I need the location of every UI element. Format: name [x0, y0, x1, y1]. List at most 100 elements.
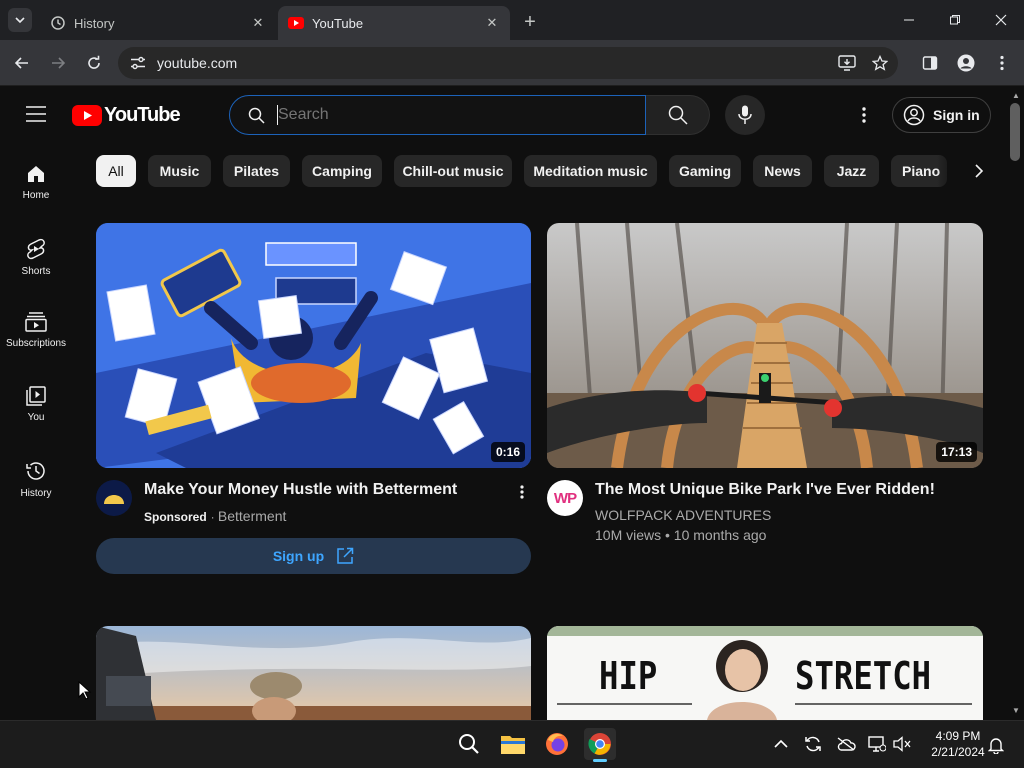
tab-history[interactable]: History ✕ — [40, 6, 276, 40]
reload-button[interactable] — [82, 51, 106, 75]
sidebar-item-label: Home — [22, 190, 50, 201]
clock-date: 2/21/2024 — [931, 745, 985, 759]
scroll-up-icon[interactable]: ▲ — [1011, 91, 1021, 101]
minimize-button[interactable] — [897, 8, 921, 32]
close-tab-icon[interactable]: ✕ — [250, 15, 266, 31]
address-bar[interactable]: youtube.com — [118, 47, 898, 79]
show-hidden-icons-button[interactable] — [774, 736, 788, 754]
scroll-down-icon[interactable]: ▼ — [1011, 706, 1021, 716]
chip-chill-out-music[interactable]: Chill-out music — [394, 155, 512, 187]
forward-button[interactable] — [46, 51, 70, 75]
video-menu-button[interactable] — [514, 483, 530, 501]
page-scrollbar[interactable] — [1008, 86, 1024, 720]
kebab-menu-icon — [862, 107, 866, 123]
history-icon — [51, 16, 65, 30]
sidebar-item-home[interactable]: Home — [0, 164, 72, 224]
chip-music[interactable]: Music — [148, 155, 211, 187]
install-app-icon[interactable] — [838, 55, 856, 71]
folder-icon — [501, 736, 525, 754]
close-tab-icon[interactable]: ✕ — [484, 15, 500, 31]
new-tab-button[interactable]: + — [518, 10, 542, 34]
video-thumbnail[interactable]: 0:16 — [96, 223, 531, 468]
youtube-logo[interactable]: YouTube — [72, 104, 181, 127]
close-window-button[interactable] — [989, 8, 1013, 32]
voice-search-button[interactable] — [725, 95, 765, 135]
browser-tab-strip: History ✕ YouTube ✕ + — [0, 0, 1024, 40]
search-input[interactable] — [278, 104, 618, 126]
active-app-indicator — [593, 759, 607, 762]
thumbnail-illustration — [96, 626, 531, 720]
thumb-text-left: HIP — [599, 654, 658, 698]
sidebar-item-history[interactable]: History — [0, 460, 72, 520]
settings-menu-button[interactable] — [856, 105, 872, 125]
chip-gaming[interactable]: Gaming — [669, 155, 741, 187]
chip-pilates[interactable]: Pilates — [223, 155, 290, 187]
video-duration: 0:16 — [490, 442, 525, 462]
taskbar-clock[interactable]: 4:09 PM 2/21/2024 — [918, 728, 998, 760]
channel-name[interactable]: WOLFPACK ADVENTURES — [595, 507, 771, 523]
search-box[interactable] — [229, 95, 646, 135]
notifications-button[interactable] — [987, 736, 1005, 759]
chip-jazz[interactable]: Jazz — [824, 155, 879, 187]
video-thumbnail[interactable]: HIP STRETCH — [547, 626, 983, 720]
account-circle-icon — [903, 104, 925, 126]
chip-news[interactable]: News — [753, 155, 812, 187]
chip-camping[interactable]: Camping — [302, 155, 382, 187]
search-button[interactable] — [646, 95, 710, 135]
tab-youtube[interactable]: YouTube ✕ — [278, 6, 510, 40]
video-title[interactable]: Make Your Money Hustle with Betterment — [144, 479, 504, 501]
guide-menu-button[interactable] — [26, 106, 46, 127]
arrow-right-icon — [52, 57, 66, 69]
sign-in-button[interactable]: Sign in — [892, 97, 991, 133]
scrollbar-thumb[interactable] — [1010, 103, 1020, 161]
site-settings-icon[interactable] — [130, 56, 146, 70]
chevron-right-icon — [975, 164, 984, 178]
profile-icon — [957, 54, 975, 72]
chrome-icon — [588, 733, 611, 755]
chip-all[interactable]: All — [96, 155, 136, 187]
taskbar-firefox[interactable] — [541, 728, 573, 760]
sidebar-item-label: History — [20, 488, 52, 499]
video-title[interactable]: The Most Unique Bike Park I've Ever Ridd… — [595, 479, 975, 501]
tray-network-icon-button[interactable] — [868, 736, 887, 757]
meta-separator: · — [210, 510, 218, 524]
tab-search-dropdown[interactable] — [8, 8, 32, 32]
video-thumbnail[interactable]: 17:13 — [547, 223, 983, 468]
chip-meditation-music[interactable]: Meditation music — [524, 155, 657, 187]
video-duration: 17:13 — [936, 442, 977, 462]
chips-next-button[interactable] — [966, 158, 992, 184]
browser-toolbar: youtube.com — [0, 40, 1024, 86]
video-thumbnail[interactable] — [96, 626, 531, 720]
channel-avatar[interactable]: WP — [547, 480, 583, 516]
advertiser-name[interactable]: Betterment — [218, 508, 286, 524]
sign-up-button[interactable]: Sign up — [96, 538, 531, 574]
tray-sync-icon-button[interactable] — [804, 735, 822, 758]
ad-meta: Sponsored · Betterment — [144, 508, 286, 524]
tray-volume-icon-button[interactable] — [893, 736, 911, 757]
subscriptions-icon — [25, 312, 47, 332]
sync-icon — [805, 736, 821, 752]
tray-cloud-icon-button[interactable] — [836, 737, 856, 756]
youtube-logo-icon — [72, 105, 102, 126]
back-button[interactable] — [10, 51, 34, 75]
mouse-cursor-icon — [78, 681, 92, 700]
taskbar-file-explorer[interactable] — [497, 728, 529, 760]
profile-button[interactable] — [954, 51, 978, 75]
sidebar-item-subscriptions[interactable]: Subscriptions — [0, 312, 72, 372]
channel-avatar[interactable] — [96, 480, 132, 516]
taskbar-chrome[interactable] — [584, 728, 616, 760]
restore-button[interactable] — [943, 8, 967, 32]
sidebar-item-shorts[interactable]: Shorts — [0, 238, 72, 298]
bookmark-star-icon[interactable] — [872, 55, 888, 71]
external-link-icon — [337, 547, 354, 564]
side-panel-button[interactable] — [918, 51, 942, 75]
sidebar-item-you[interactable]: You — [0, 386, 72, 446]
taskbar-search[interactable] — [453, 728, 485, 760]
kebab-menu-icon — [1000, 55, 1004, 71]
browser-menu-button[interactable] — [990, 51, 1014, 75]
thumbnail-illustration — [96, 223, 531, 468]
search-icon — [668, 105, 688, 125]
you-icon — [26, 386, 46, 406]
clock-time: 4:09 PM — [935, 729, 981, 743]
arrow-left-icon — [14, 57, 28, 69]
